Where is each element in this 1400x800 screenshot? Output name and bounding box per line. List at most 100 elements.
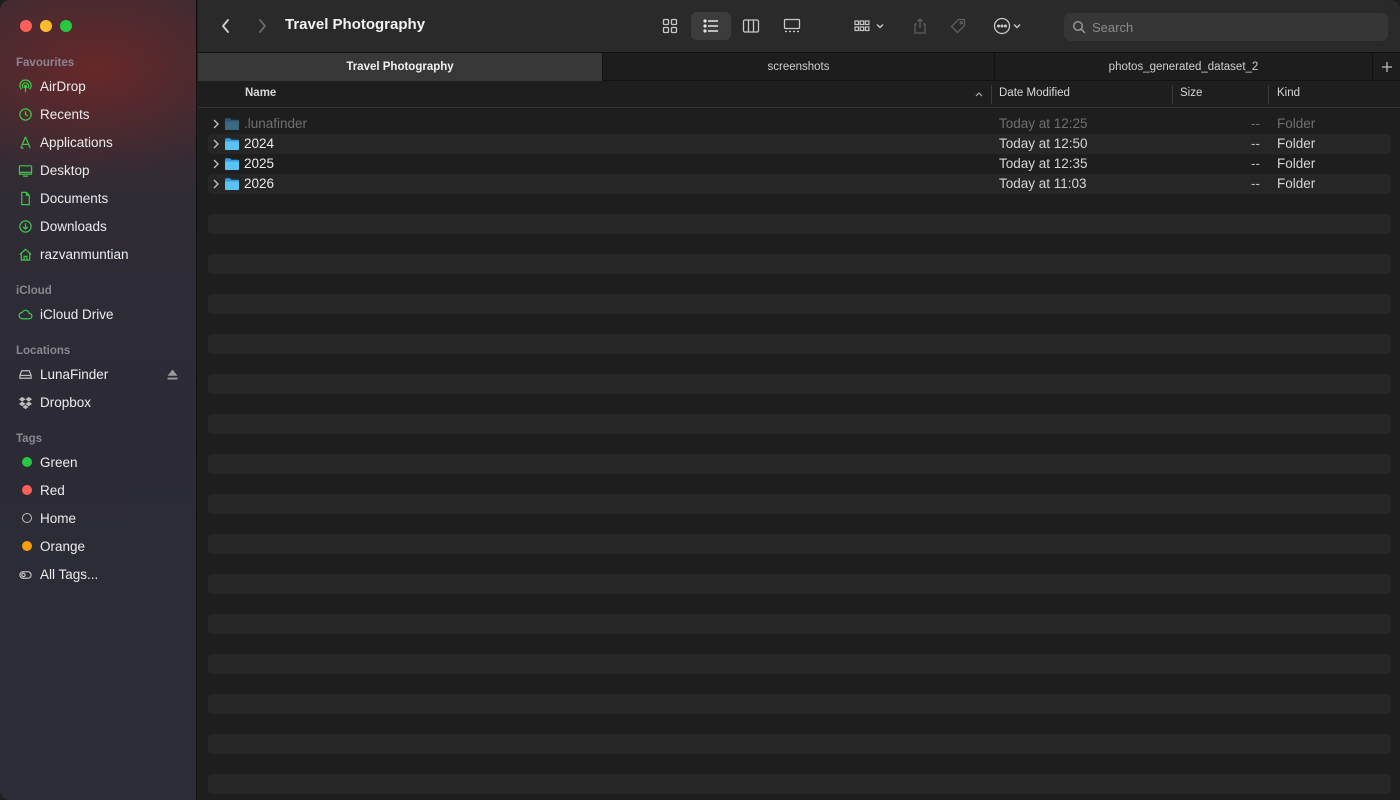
- folder-icon: [225, 118, 239, 130]
- sidebar-item-label: LunaFinder: [40, 366, 109, 382]
- window-controls: [20, 20, 72, 32]
- list-row-stripe: [208, 454, 1391, 474]
- list-row-stripe: [208, 214, 1391, 234]
- sidebar-item-icloud-drive[interactable]: iCloud Drive: [16, 302, 186, 326]
- minimize-window-button[interactable]: [40, 20, 52, 32]
- sidebar-item-label: All Tags...: [40, 566, 99, 582]
- group-grid-icon: [854, 20, 870, 32]
- disclosure-chevron-icon[interactable]: [211, 158, 221, 170]
- file-size: --: [1251, 116, 1260, 131]
- file-row-lunafinder[interactable]: .lunafinder Today at 12:25 -- Folder: [198, 114, 1400, 134]
- sidebar-item-label: Home: [40, 510, 77, 526]
- sidebar-item-airdrop[interactable]: AirDrop: [16, 74, 186, 98]
- file-name: 2026: [244, 176, 275, 191]
- file-row-2024[interactable]: 2024 Today at 12:50 -- Folder: [198, 134, 1400, 154]
- sidebar-item-tag-green[interactable]: Green: [16, 450, 186, 474]
- column-header-kind[interactable]: Kind: [1277, 87, 1300, 99]
- tag-button[interactable]: [944, 12, 972, 40]
- list-row-stripe: [208, 374, 1391, 394]
- sidebar-item-lunafinder[interactable]: LunaFinder: [16, 362, 186, 386]
- sidebar-item-tag-orange[interactable]: Orange: [16, 534, 186, 558]
- home-icon: [16, 245, 34, 263]
- file-name: 2024: [244, 136, 275, 151]
- list-row-stripe: [208, 694, 1391, 714]
- list-row-stripe: [208, 654, 1391, 674]
- eject-icon[interactable]: [165, 367, 180, 382]
- search-icon: [1072, 20, 1086, 34]
- sidebar-section-locations: Locations: [16, 345, 71, 357]
- sidebar-item-all-tags[interactable]: All Tags...: [16, 562, 186, 586]
- list-row-stripe: [208, 614, 1391, 634]
- forward-button[interactable]: [252, 14, 272, 38]
- download-icon: [16, 217, 34, 235]
- file-row-2025[interactable]: 2025 Today at 12:35 -- Folder: [198, 154, 1400, 174]
- chevron-down-icon: [1013, 24, 1021, 29]
- file-date-modified: Today at 11:03: [999, 176, 1087, 191]
- list-row-stripe: [208, 494, 1391, 514]
- list-icon: [703, 19, 718, 33]
- close-window-button[interactable]: [20, 20, 32, 32]
- columns-icon: [742, 19, 760, 33]
- sidebar-item-applications[interactable]: Applications: [16, 130, 186, 154]
- tag-icon: [950, 18, 966, 34]
- sidebar-item-label: Green: [40, 454, 78, 470]
- tab-travel-photography[interactable]: Travel Photography: [198, 53, 603, 81]
- disclosure-chevron-icon[interactable]: [211, 118, 221, 130]
- column-header-size[interactable]: Size: [1180, 87, 1202, 99]
- folder-icon: [225, 178, 239, 190]
- group-by-button[interactable]: [848, 12, 890, 40]
- hollow-tag-dot-icon: [22, 513, 32, 523]
- sidebar-item-label: AirDrop: [40, 78, 86, 94]
- sidebar-item-label: Dropbox: [40, 394, 92, 410]
- list-view-button[interactable]: [691, 12, 731, 40]
- green-tag-dot-icon: [22, 457, 32, 467]
- column-view-button[interactable]: [735, 12, 767, 40]
- file-kind: Folder: [1277, 156, 1316, 171]
- sidebar-item-dropbox[interactable]: Dropbox: [16, 390, 186, 414]
- tab-bar: Travel Photography screenshots photos_ge…: [198, 52, 1400, 81]
- new-tab-button[interactable]: [1373, 53, 1400, 81]
- sidebar-item-label: Desktop: [40, 162, 90, 178]
- sidebar-item-tag-home[interactable]: Home: [16, 506, 186, 530]
- column-header-date-modified[interactable]: Date Modified: [999, 87, 1070, 99]
- chevron-right-icon: [259, 19, 266, 33]
- gallery-view-button[interactable]: [776, 12, 808, 40]
- search-input[interactable]: Search: [1064, 13, 1388, 41]
- file-date-modified: Today at 12:35: [999, 156, 1088, 171]
- file-name: .lunafinder: [244, 116, 308, 131]
- tab-photos-generated-dataset-2[interactable]: photos_generated_dataset_2: [995, 53, 1373, 81]
- sidebar-item-downloads[interactable]: Downloads: [16, 214, 186, 238]
- dropbox-icon: [16, 393, 34, 411]
- zoom-window-button[interactable]: [60, 20, 72, 32]
- disclosure-chevron-icon[interactable]: [211, 138, 221, 150]
- sidebar-item-label: razvanmuntian: [40, 246, 129, 262]
- more-actions-button[interactable]: [986, 12, 1028, 40]
- gallery-icon: [783, 18, 801, 33]
- column-header-row: Name Date Modified Size Kind: [198, 81, 1400, 108]
- file-kind: Folder: [1277, 136, 1316, 151]
- sidebar-item-desktop[interactable]: Desktop: [16, 158, 186, 182]
- list-row-stripe: [208, 294, 1391, 314]
- drive-icon: [16, 365, 34, 383]
- sidebar-item-recents[interactable]: Recents: [16, 102, 186, 126]
- sidebar-item-tag-red[interactable]: Red: [16, 478, 186, 502]
- tab-screenshots[interactable]: screenshots: [603, 53, 995, 81]
- sidebar-item-documents[interactable]: Documents: [16, 186, 186, 210]
- file-size: --: [1251, 136, 1260, 151]
- share-button[interactable]: [906, 12, 934, 40]
- chevron-down-icon: [876, 24, 884, 29]
- disclosure-chevron-icon[interactable]: [211, 178, 221, 190]
- sidebar-item-home[interactable]: razvanmuntian: [16, 242, 186, 266]
- file-row-2026[interactable]: 2026 Today at 11:03 -- Folder: [198, 174, 1400, 194]
- column-header-name[interactable]: Name: [245, 87, 276, 99]
- plus-icon: [1381, 62, 1392, 72]
- all-tags-icon: [16, 565, 34, 583]
- sidebar-item-label: Orange: [40, 538, 86, 554]
- airdrop-icon: [16, 77, 34, 95]
- file-kind: Folder: [1277, 176, 1316, 191]
- back-button[interactable]: [216, 14, 236, 38]
- sidebar-item-label: Recents: [40, 106, 90, 122]
- icon-view-button[interactable]: [654, 12, 686, 40]
- list-row-stripe: [208, 774, 1391, 794]
- finder-window: Favourites AirDrop Recents Applications …: [0, 0, 1400, 800]
